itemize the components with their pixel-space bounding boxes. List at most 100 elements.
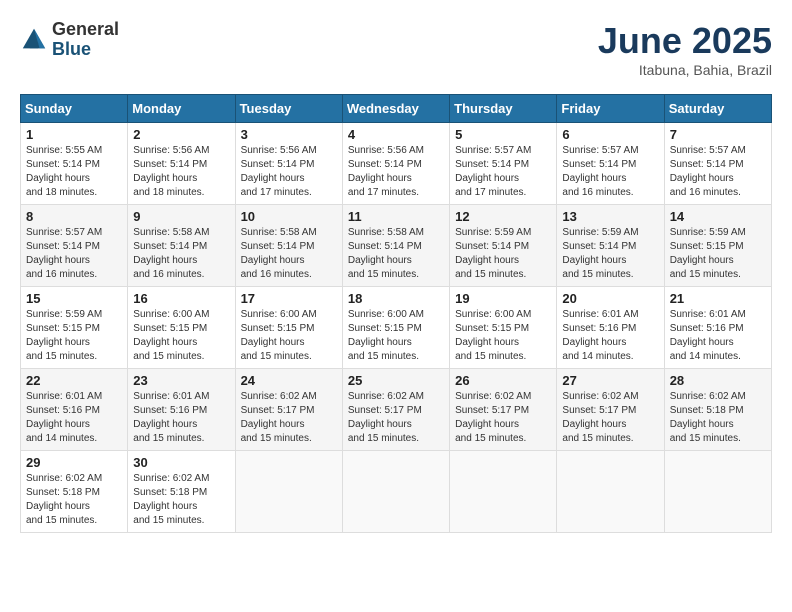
day-number-13: 13 [562,209,658,224]
day-cell-2: 2 Sunrise: 5:56 AM Sunset: 5:14 PM Dayli… [128,123,235,205]
day-info-12: Sunrise: 5:59 AM Sunset: 5:14 PM Dayligh… [455,226,551,282]
day-cell-4: 4 Sunrise: 5:56 AM Sunset: 5:14 PM Dayli… [342,123,449,205]
day-cell-6: 6 Sunrise: 5:57 AM Sunset: 5:14 PM Dayli… [557,123,664,205]
day-cell-20: 20 Sunrise: 6:01 AM Sunset: 5:16 PM Dayl… [557,287,664,369]
day-cell-18: 18 Sunrise: 6:00 AM Sunset: 5:15 PM Dayl… [342,287,449,369]
day-info-3: Sunrise: 5:56 AM Sunset: 5:14 PM Dayligh… [241,144,337,200]
day-info-20: Sunrise: 6:01 AM Sunset: 5:16 PM Dayligh… [562,308,658,364]
day-number-23: 23 [133,373,229,388]
day-info-1: Sunrise: 5:55 AM Sunset: 5:14 PM Dayligh… [26,144,122,200]
weekday-header-row: Sunday Monday Tuesday Wednesday Thursday… [21,95,772,123]
day-info-5: Sunrise: 5:57 AM Sunset: 5:14 PM Dayligh… [455,144,551,200]
logo-icon [20,26,48,54]
day-number-5: 5 [455,127,551,142]
logo-blue-text: Blue [52,40,119,60]
day-cell-30: 30 Sunrise: 6:02 AM Sunset: 5:18 PM Dayl… [128,451,235,533]
day-number-1: 1 [26,127,122,142]
day-info-28: Sunrise: 6:02 AM Sunset: 5:18 PM Dayligh… [670,390,766,446]
day-info-21: Sunrise: 6:01 AM Sunset: 5:16 PM Dayligh… [670,308,766,364]
day-number-22: 22 [26,373,122,388]
day-number-15: 15 [26,291,122,306]
day-cell-22: 22 Sunrise: 6:01 AM Sunset: 5:16 PM Dayl… [21,369,128,451]
day-cell-3: 3 Sunrise: 5:56 AM Sunset: 5:14 PM Dayli… [235,123,342,205]
day-info-6: Sunrise: 5:57 AM Sunset: 5:14 PM Dayligh… [562,144,658,200]
empty-cell [557,451,664,533]
day-info-2: Sunrise: 5:56 AM Sunset: 5:14 PM Dayligh… [133,144,229,200]
header-saturday: Saturday [664,95,771,123]
day-number-19: 19 [455,291,551,306]
day-cell-17: 17 Sunrise: 6:00 AM Sunset: 5:15 PM Dayl… [235,287,342,369]
day-number-28: 28 [670,373,766,388]
day-number-18: 18 [348,291,444,306]
day-info-9: Sunrise: 5:58 AM Sunset: 5:14 PM Dayligh… [133,226,229,282]
day-number-12: 12 [455,209,551,224]
day-number-20: 20 [562,291,658,306]
day-cell-8: 8 Sunrise: 5:57 AM Sunset: 5:14 PM Dayli… [21,205,128,287]
day-number-2: 2 [133,127,229,142]
day-number-10: 10 [241,209,337,224]
day-cell-9: 9 Sunrise: 5:58 AM Sunset: 5:14 PM Dayli… [128,205,235,287]
day-info-19: Sunrise: 6:00 AM Sunset: 5:15 PM Dayligh… [455,308,551,364]
day-number-4: 4 [348,127,444,142]
day-info-23: Sunrise: 6:01 AM Sunset: 5:16 PM Dayligh… [133,390,229,446]
day-number-17: 17 [241,291,337,306]
day-info-4: Sunrise: 5:56 AM Sunset: 5:14 PM Dayligh… [348,144,444,200]
day-cell-29: 29 Sunrise: 6:02 AM Sunset: 5:18 PM Dayl… [21,451,128,533]
day-cell-24: 24 Sunrise: 6:02 AM Sunset: 5:17 PM Dayl… [235,369,342,451]
title-block: June 2025 Itabuna, Bahia, Brazil [598,20,772,78]
header-friday: Friday [557,95,664,123]
day-number-9: 9 [133,209,229,224]
day-number-16: 16 [133,291,229,306]
day-cell-26: 26 Sunrise: 6:02 AM Sunset: 5:17 PM Dayl… [450,369,557,451]
day-cell-14: 14 Sunrise: 5:59 AM Sunset: 5:15 PM Dayl… [664,205,771,287]
day-cell-16: 16 Sunrise: 6:00 AM Sunset: 5:15 PM Dayl… [128,287,235,369]
day-info-27: Sunrise: 6:02 AM Sunset: 5:17 PM Dayligh… [562,390,658,446]
day-info-17: Sunrise: 6:00 AM Sunset: 5:15 PM Dayligh… [241,308,337,364]
day-info-14: Sunrise: 5:59 AM Sunset: 5:15 PM Dayligh… [670,226,766,282]
week-row-3: 15 Sunrise: 5:59 AM Sunset: 5:15 PM Dayl… [21,287,772,369]
day-info-8: Sunrise: 5:57 AM Sunset: 5:14 PM Dayligh… [26,226,122,282]
day-number-26: 26 [455,373,551,388]
day-number-11: 11 [348,209,444,224]
day-number-14: 14 [670,209,766,224]
day-info-26: Sunrise: 6:02 AM Sunset: 5:17 PM Dayligh… [455,390,551,446]
day-number-24: 24 [241,373,337,388]
location: Itabuna, Bahia, Brazil [598,62,772,78]
day-cell-13: 13 Sunrise: 5:59 AM Sunset: 5:14 PM Dayl… [557,205,664,287]
day-cell-7: 7 Sunrise: 5:57 AM Sunset: 5:14 PM Dayli… [664,123,771,205]
day-info-18: Sunrise: 6:00 AM Sunset: 5:15 PM Dayligh… [348,308,444,364]
day-cell-11: 11 Sunrise: 5:58 AM Sunset: 5:14 PM Dayl… [342,205,449,287]
day-number-21: 21 [670,291,766,306]
day-cell-25: 25 Sunrise: 6:02 AM Sunset: 5:17 PM Dayl… [342,369,449,451]
logo-general-text: General [52,20,119,40]
day-cell-28: 28 Sunrise: 6:02 AM Sunset: 5:18 PM Dayl… [664,369,771,451]
day-info-15: Sunrise: 5:59 AM Sunset: 5:15 PM Dayligh… [26,308,122,364]
header-thursday: Thursday [450,95,557,123]
day-cell-5: 5 Sunrise: 5:57 AM Sunset: 5:14 PM Dayli… [450,123,557,205]
day-info-30: Sunrise: 6:02 AM Sunset: 5:18 PM Dayligh… [133,472,229,528]
day-info-11: Sunrise: 5:58 AM Sunset: 5:14 PM Dayligh… [348,226,444,282]
day-number-29: 29 [26,455,122,470]
day-cell-27: 27 Sunrise: 6:02 AM Sunset: 5:17 PM Dayl… [557,369,664,451]
day-number-3: 3 [241,127,337,142]
week-row-4: 22 Sunrise: 6:01 AM Sunset: 5:16 PM Dayl… [21,369,772,451]
empty-cell [235,451,342,533]
week-row-5: 29 Sunrise: 6:02 AM Sunset: 5:18 PM Dayl… [21,451,772,533]
day-info-22: Sunrise: 6:01 AM Sunset: 5:16 PM Dayligh… [26,390,122,446]
calendar: Sunday Monday Tuesday Wednesday Thursday… [20,94,772,533]
day-info-29: Sunrise: 6:02 AM Sunset: 5:18 PM Dayligh… [26,472,122,528]
day-info-25: Sunrise: 6:02 AM Sunset: 5:17 PM Dayligh… [348,390,444,446]
header-monday: Monday [128,95,235,123]
day-number-30: 30 [133,455,229,470]
week-row-1: 1 Sunrise: 5:55 AM Sunset: 5:14 PM Dayli… [21,123,772,205]
day-info-24: Sunrise: 6:02 AM Sunset: 5:17 PM Dayligh… [241,390,337,446]
day-number-27: 27 [562,373,658,388]
day-number-25: 25 [348,373,444,388]
day-cell-10: 10 Sunrise: 5:58 AM Sunset: 5:14 PM Dayl… [235,205,342,287]
day-number-8: 8 [26,209,122,224]
day-cell-15: 15 Sunrise: 5:59 AM Sunset: 5:15 PM Dayl… [21,287,128,369]
day-info-13: Sunrise: 5:59 AM Sunset: 5:14 PM Dayligh… [562,226,658,282]
day-number-6: 6 [562,127,658,142]
day-cell-1: 1 Sunrise: 5:55 AM Sunset: 5:14 PM Dayli… [21,123,128,205]
logo: General Blue [20,20,119,60]
